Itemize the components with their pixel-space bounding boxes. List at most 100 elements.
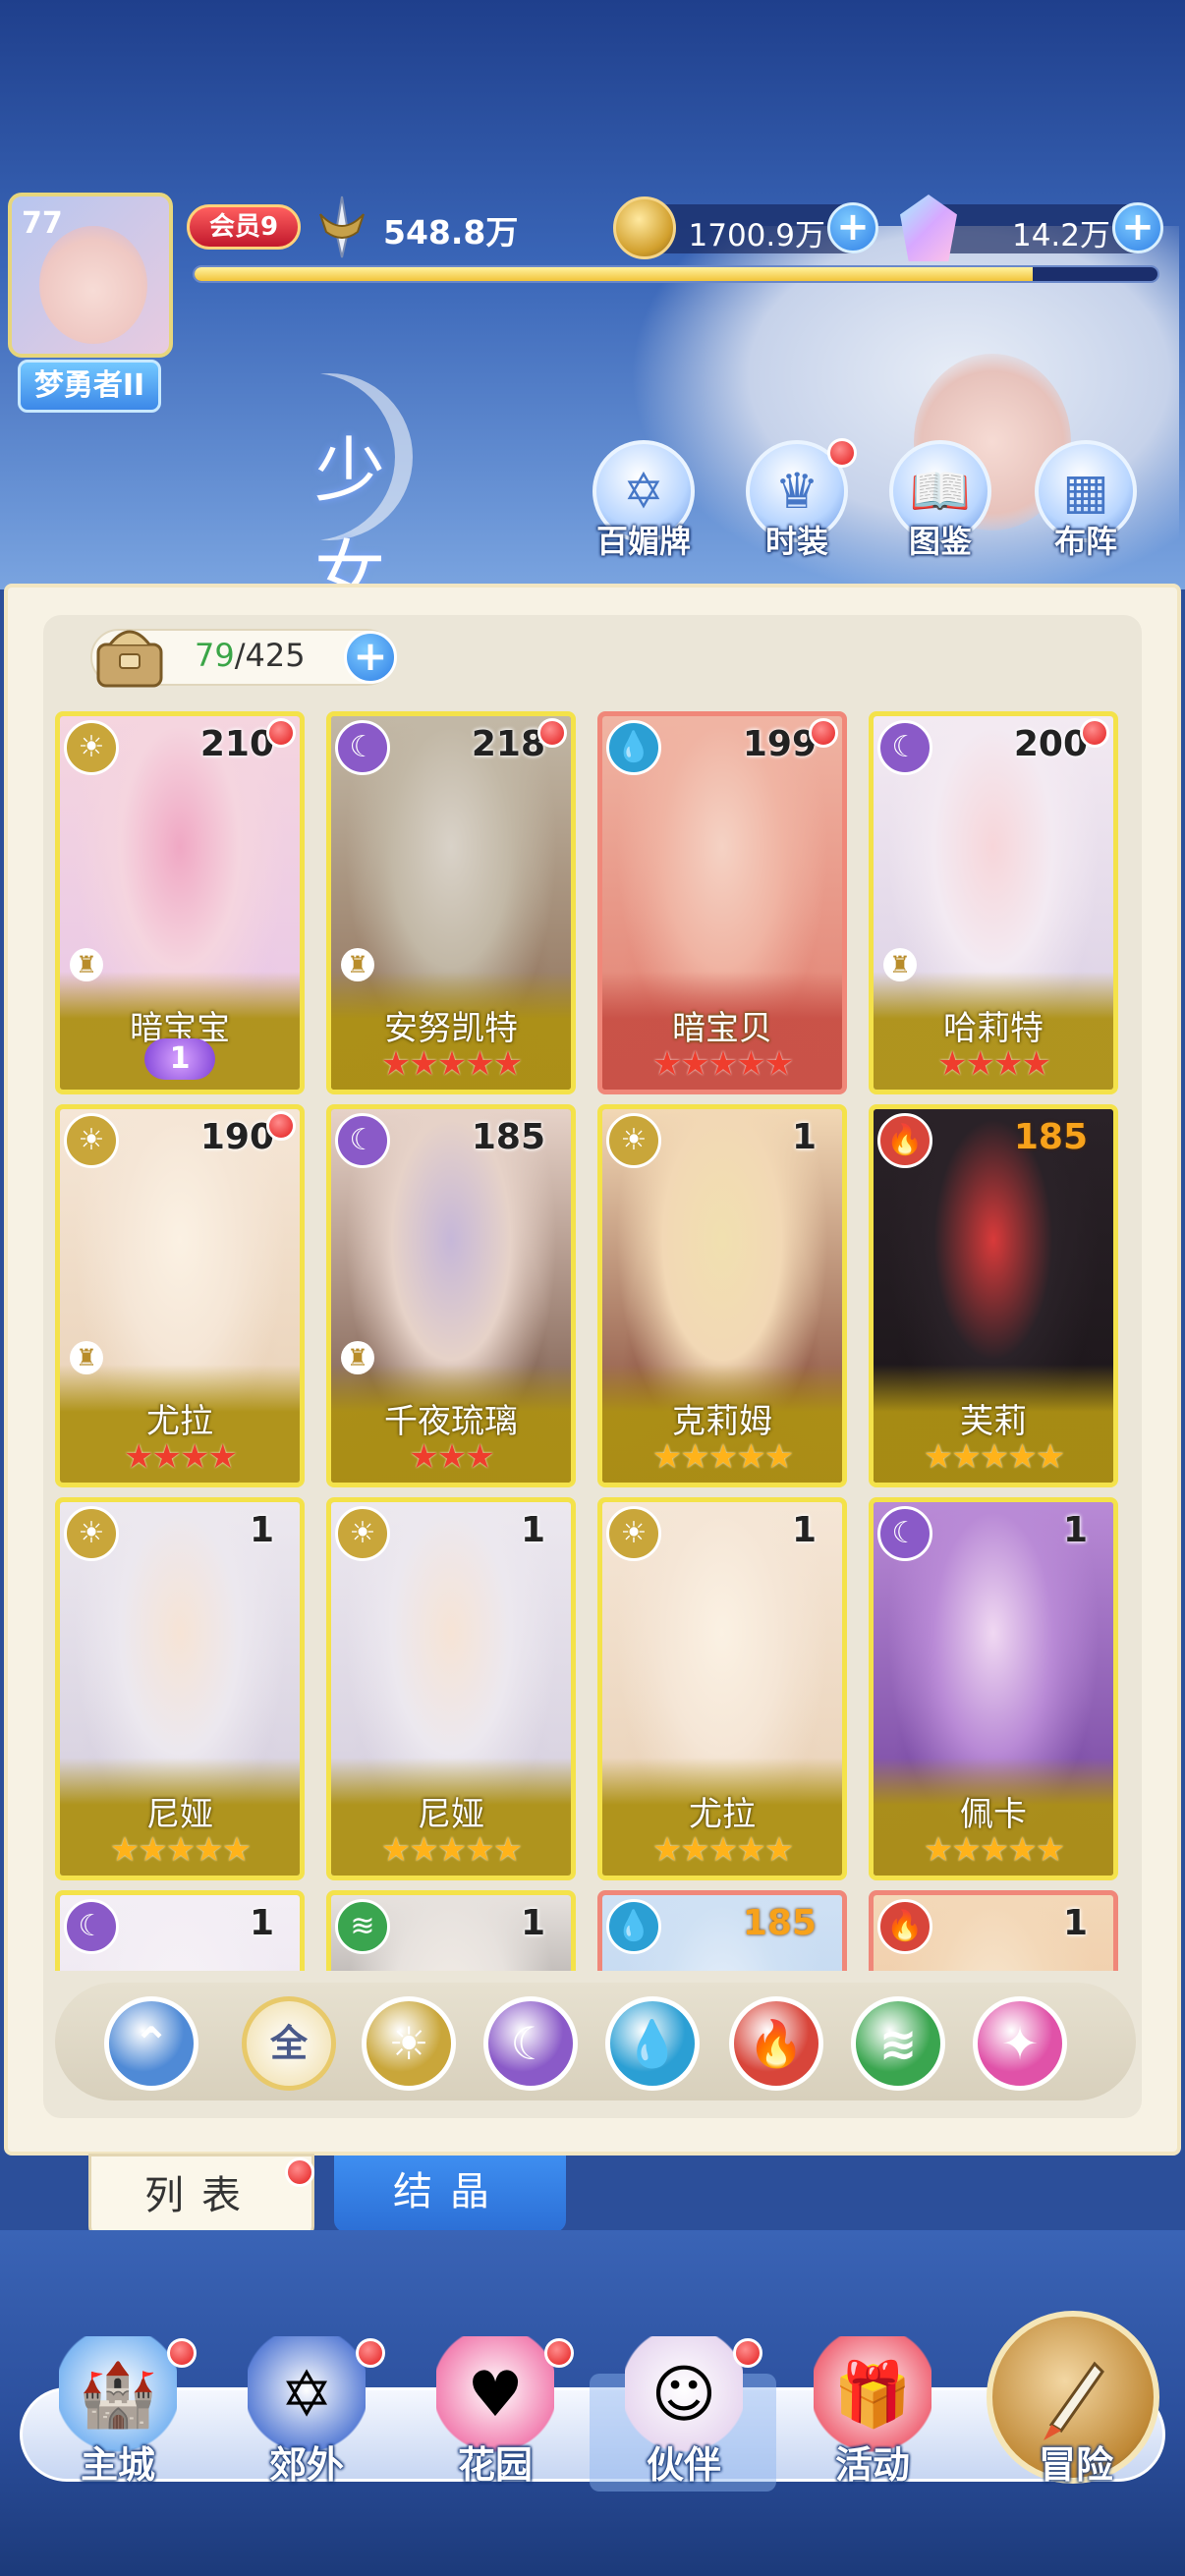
nav-item-4[interactable]: 🎁 活动: [784, 2336, 961, 2493]
top-button-0[interactable]: ✡ 百媚牌: [580, 440, 707, 560]
top-button-label: 百媚牌: [595, 523, 691, 560]
partner-stars: ★★★★★: [109, 1830, 252, 1870]
partner-name: 尼娅: [146, 1795, 213, 1834]
wind-element-icon: ≋: [335, 1899, 390, 1954]
water-element-icon: 💧: [606, 1899, 661, 1954]
sun-element-icon: ☀: [64, 1506, 119, 1561]
add-gem-button[interactable]: +: [1112, 202, 1163, 253]
partner-card[interactable]: ☾ 1: [55, 1890, 305, 1971]
moon-element-icon: ☾: [877, 720, 932, 775]
notification-dot: [809, 718, 838, 748]
partner-stars: ★★★★★: [923, 1437, 1065, 1477]
partner-card[interactable]: 💧 185: [597, 1890, 847, 1971]
water-element-icon[interactable]: 💧: [605, 1996, 700, 2091]
fire-element-icon: 🔥: [877, 1899, 932, 1954]
notification-dot: [537, 718, 567, 748]
expand-bag-button[interactable]: +: [344, 631, 397, 684]
tab-crystal[interactable]: 结晶: [334, 2156, 566, 2232]
partner-card-grid: ☀ 210 ♜ 暗宝宝 1 ☾ 218 ♜ 安努凯特 ★★★★★ 💧 199 暗宝贝 ★★★★★ ☾ 200 ♜…: [55, 711, 1136, 1971]
exp-bar-fill: [195, 267, 1033, 281]
gold-amount: 1700.9万: [688, 218, 825, 253]
orbit-element-icon[interactable]: ✦: [973, 1996, 1067, 2091]
top-button-2[interactable]: 📖 图鉴: [876, 440, 1004, 560]
fire-element-icon[interactable]: 🔥: [729, 1996, 823, 2091]
moon-element-icon: ☾: [335, 720, 390, 775]
sun-element-icon: ☀: [64, 720, 119, 775]
partner-card[interactable]: ☀ 210 ♜ 暗宝宝 1: [55, 711, 305, 1094]
notification-dot: [266, 718, 296, 748]
partner-card[interactable]: 💧 199 暗宝贝 ★★★★★: [597, 711, 847, 1094]
partner-card[interactable]: ☾ 1 佩卡 ★★★★★: [869, 1497, 1118, 1880]
partner-stars: ★★★★★: [651, 1044, 794, 1084]
partner-card[interactable]: 🔥 185 芙莉 ★★★★★: [869, 1104, 1118, 1487]
gem-amount: 14.2万: [1011, 218, 1110, 253]
fire-element-icon: 🔥: [877, 1113, 932, 1168]
partner-stars: ★★★★★: [651, 1437, 794, 1477]
partner-level: 200: [1013, 724, 1088, 764]
partner-card[interactable]: ☾ 200 ♜ 哈莉特 ★★★★: [869, 711, 1118, 1094]
partner-stars: ★★★★★: [380, 1044, 523, 1084]
bag-count: 79/425: [195, 637, 306, 674]
page-title: 少女: [314, 429, 425, 615]
partner-name: 千夜琉璃: [384, 1402, 518, 1441]
partner-level: 1: [520, 1510, 545, 1550]
partner-name: 克莉姆: [672, 1402, 772, 1441]
vip-badge[interactable]: 会员9: [187, 204, 301, 250]
notification-dot: [544, 2338, 574, 2368]
partner-name: 芙莉: [960, 1402, 1027, 1441]
power-value: 548.8万: [383, 213, 519, 252]
partner-level: 190: [199, 1117, 274, 1157]
partner-card[interactable]: ☾ 185 ♜ 千夜琉璃 ★★★: [326, 1104, 576, 1487]
partner-card[interactable]: ☾ 218 ♜ 安努凯特 ★★★★★: [326, 711, 576, 1094]
nav-item-1[interactable]: ✡ 郊外: [218, 2336, 395, 2493]
partner-level: 185: [471, 1117, 545, 1157]
bag-icon: [96, 630, 163, 688]
nav-adventure-label[interactable]: 冒险: [992, 2435, 1159, 2487]
notification-dot: [266, 1111, 296, 1141]
sun-element-icon: ☀: [64, 1113, 119, 1168]
partner-level: 218: [471, 724, 545, 764]
partner-name: 佩卡: [960, 1795, 1027, 1834]
partner-card[interactable]: ☀ 1 尤拉 ★★★★★: [597, 1497, 847, 1880]
partner-stars: ★★★★: [937, 1044, 1051, 1084]
sun-element-icon[interactable]: ☀: [362, 1996, 456, 2091]
rook-icon: ♜: [883, 948, 917, 981]
sun-element-icon: ☀: [335, 1506, 390, 1561]
nav-item-0[interactable]: 🏰 主城: [29, 2336, 206, 2493]
sun-element-icon: ☀: [606, 1506, 661, 1561]
notification-dot: [356, 2338, 385, 2368]
nav-item-label: 郊外: [268, 2443, 344, 2487]
rook-icon: ♜: [341, 1341, 374, 1374]
moon-element-icon: ☾: [64, 1899, 119, 1954]
nav-item-3[interactable]: ☺ 伙伴: [595, 2336, 772, 2493]
player-level: 77: [22, 206, 63, 241]
wind-element-icon[interactable]: ≋: [851, 1996, 945, 2091]
nav-item-label: 主城: [80, 2443, 155, 2487]
partner-level: 210: [199, 724, 274, 764]
top-button-label: 时装: [764, 523, 828, 560]
partner-card[interactable]: ☀ 1 尼娅 ★★★★★: [55, 1497, 305, 1880]
notification-dot: [167, 2338, 197, 2368]
partner-card[interactable]: ☀ 1 克莉姆 ★★★★★: [597, 1104, 847, 1487]
tab-list[interactable]: 列表: [88, 2154, 314, 2238]
nav-item-2[interactable]: ♥ 花园: [407, 2336, 584, 2493]
partner-level: 1: [791, 1117, 817, 1157]
power-sword-icon: [319, 196, 365, 258]
all-icon[interactable]: 全: [242, 1996, 336, 2091]
collapse-arrow-icon[interactable]: ⌃: [104, 1996, 198, 2091]
notification-dot: [827, 438, 857, 468]
sun-element-icon: ☀: [606, 1113, 661, 1168]
moon-element-icon[interactable]: ☾: [483, 1996, 578, 2091]
add-gold-button[interactable]: +: [827, 202, 878, 253]
partner-name: 尤拉: [146, 1402, 213, 1441]
player-title-badge[interactable]: 梦勇者II: [18, 360, 161, 413]
moon-element-icon: ☾: [877, 1506, 932, 1561]
partner-card[interactable]: 🔥 1: [869, 1890, 1118, 1971]
top-button-3[interactable]: ▦ 布阵: [1022, 440, 1150, 560]
partner-card[interactable]: ☀ 1 尼娅 ★★★★★: [326, 1497, 576, 1880]
gold-coin-icon: [613, 196, 676, 259]
top-button-1[interactable]: ♛ 时装: [733, 438, 861, 560]
partner-stars: ★★★★★: [923, 1830, 1065, 1870]
partner-card[interactable]: ≋ 1: [326, 1890, 576, 1971]
partner-card[interactable]: ☀ 190 ♜ 尤拉 ★★★★: [55, 1104, 305, 1487]
